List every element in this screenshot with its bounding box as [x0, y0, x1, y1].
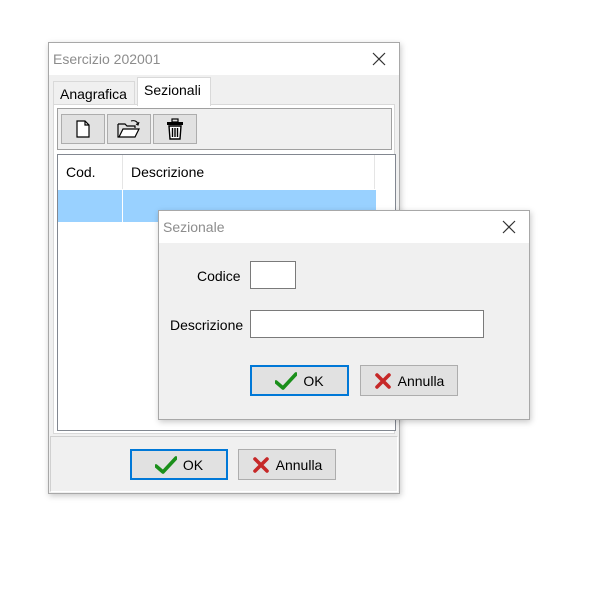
column-header-descrizione-label: Descrizione	[131, 164, 205, 180]
sub-close-button[interactable]	[489, 211, 529, 243]
sub-titlebar[interactable]: Sezionale	[159, 211, 529, 243]
new-file-icon	[76, 120, 90, 138]
descrizione-input[interactable]	[250, 310, 484, 338]
open-folder-icon	[117, 120, 140, 138]
tab-sezionali-label: Sezionali	[144, 82, 201, 98]
cancel-x-icon	[252, 456, 269, 473]
trash-icon	[167, 118, 183, 140]
sub-ok-button[interactable]: OK	[250, 365, 349, 396]
sub-cancel-button[interactable]: Annulla	[360, 365, 458, 396]
list-header: Cod. Descrizione	[58, 155, 376, 189]
descrizione-label: Descrizione	[170, 317, 244, 333]
row-column-divider	[122, 190, 123, 222]
main-button-bar: OK Annulla	[50, 436, 398, 492]
main-cancel-label: Annulla	[275, 456, 323, 473]
column-header-descrizione[interactable]: Descrizione	[123, 155, 375, 189]
codice-label: Codice	[197, 268, 241, 284]
tab-sezionali[interactable]: Sezionali	[137, 77, 211, 106]
column-header-cod[interactable]: Cod.	[58, 155, 123, 189]
close-icon	[372, 52, 386, 66]
close-icon	[502, 220, 516, 234]
column-header-cod-label: Cod.	[66, 164, 96, 180]
sezionale-dialog: Sezionale Codice Descrizione OK Annulla	[158, 210, 530, 420]
sub-cancel-label: Annulla	[397, 372, 445, 389]
main-cancel-button[interactable]: Annulla	[238, 449, 336, 480]
main-titlebar[interactable]: Esercizio 202001	[49, 43, 399, 75]
toolbar	[57, 108, 392, 150]
codice-input[interactable]	[250, 261, 296, 289]
main-window-title: Esercizio 202001	[53, 51, 161, 67]
tab-anagrafica[interactable]: Anagrafica	[53, 81, 135, 105]
new-button[interactable]	[61, 114, 105, 144]
sub-ok-label: OK	[303, 372, 324, 389]
main-ok-button[interactable]: OK	[130, 449, 228, 480]
checkmark-icon	[154, 455, 177, 474]
main-close-button[interactable]	[359, 43, 399, 75]
tab-anagrafica-label: Anagrafica	[60, 86, 127, 102]
checkmark-icon	[275, 371, 298, 390]
open-button[interactable]	[107, 114, 151, 144]
delete-button[interactable]	[153, 114, 197, 144]
main-ok-label: OK	[182, 456, 204, 473]
sub-dialog-title: Sezionale	[163, 219, 225, 235]
cancel-x-icon	[374, 372, 391, 389]
